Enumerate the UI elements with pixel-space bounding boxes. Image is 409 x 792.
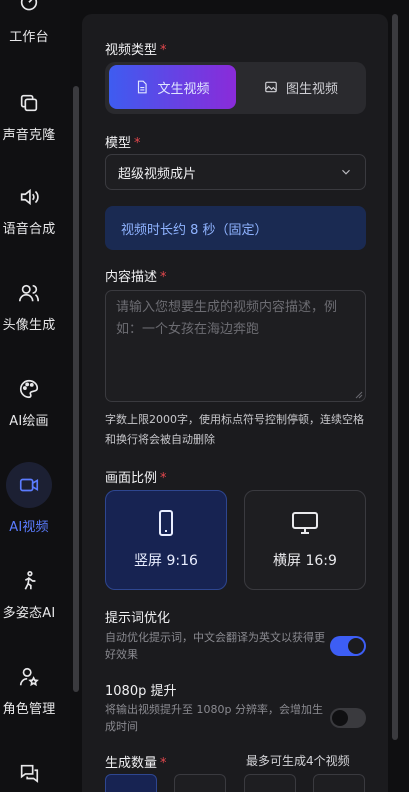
hd-1080p-description: 将输出视频提升至 1080p 分辨率，会增加生成时间 [105, 703, 323, 733]
image-to-video-label: 图生视频 [285, 81, 338, 97]
required-mark: * [160, 270, 167, 285]
sidebar-item-ai-paint[interactable]: AI绘画 [0, 378, 58, 429]
chat-icon [20, 764, 39, 783]
sidebar-item-chat[interactable] [0, 762, 58, 784]
count-option[interactable] [105, 774, 157, 792]
prompt-optimize-description: 自动优化提示词，中文会翻译为英文以获得更好效果 [105, 631, 325, 661]
required-mark: * [160, 43, 167, 58]
sidebar-item-label: AI视频 [9, 520, 49, 535]
phone-icon [159, 510, 173, 536]
sidebar-item-label: 头像生成 [2, 318, 56, 333]
sidebar-item-tts[interactable]: 语音合成 [0, 186, 58, 237]
sidebar-scrollbar[interactable] [73, 86, 79, 692]
description-label: 内容描述 * [105, 270, 167, 285]
prompt-optimize-toggle[interactable] [330, 636, 366, 656]
sidebar-item-avatar[interactable]: 头像生成 [0, 282, 58, 333]
document-icon [138, 80, 148, 94]
ratio-landscape-label: 横屏 16:9 [273, 553, 337, 569]
video-type-selector: 文生视频 图生视频 [105, 62, 366, 114]
sidebar-item-workbench[interactable]: 工作台 [0, 0, 58, 45]
pose-icon [24, 571, 36, 590]
prompt-optimize-title: 提示词优化 [105, 611, 171, 626]
sidebar-item-role-manage[interactable]: 角色管理 [0, 666, 58, 717]
count-max-note: 最多可生成4个视频 [246, 754, 350, 768]
active-indicator [6, 462, 52, 508]
settings-panel [82, 14, 388, 792]
ratio-portrait-label: 竖屏 9:16 [134, 553, 198, 569]
monitor-icon [292, 512, 318, 534]
ratio-portrait-option[interactable]: 竖屏 9:16 [105, 490, 227, 590]
users-icon [19, 284, 39, 302]
sidebar-item-voice-clone[interactable]: 声音克隆 [0, 92, 58, 143]
sidebar-item-pose-ai[interactable]: 多姿态AI [0, 570, 58, 621]
speaker-icon [20, 188, 39, 206]
duration-text: 视频时长约 8 秒（固定） [121, 222, 268, 238]
user-star-icon [19, 667, 39, 687]
model-value: 超级视频成片 [118, 166, 197, 182]
count-option[interactable] [244, 774, 296, 792]
required-mark: * [134, 136, 141, 151]
panel-scrollbar[interactable] [392, 14, 398, 740]
sidebar-item-label: 声音克隆 [2, 128, 56, 143]
description-hint: 字数上限2000字，使用标点符号控制停顿，连续空格和换行将会被自动删除 [105, 413, 364, 446]
workbench-icon [20, 0, 38, 11]
sidebar: 工作台 声音克隆 语音合成 头像生成 AI绘画 AI视频 多姿态AI 角色管理 [0, 0, 70, 792]
count-label: 生成数量 * [105, 756, 167, 771]
video-type-label: 视频类型 * [105, 43, 167, 58]
model-select[interactable]: 超级视频成片 [105, 154, 366, 190]
text-to-video-tab[interactable]: 文生视频 [109, 65, 236, 109]
copy-icon [20, 94, 38, 112]
image-to-video-tab[interactable]: 图生视频 [240, 65, 362, 109]
description-textarea[interactable]: 请输入您想要生成的视频内容描述，例如：一个女孩在海边奔跑 [105, 290, 366, 402]
palette-icon [20, 379, 39, 399]
sidebar-item-label: AI绘画 [9, 414, 49, 429]
sidebar-item-label: 多姿态AI [2, 606, 56, 621]
count-option[interactable] [313, 774, 365, 792]
sidebar-item-label: 语音合成 [2, 222, 56, 237]
required-mark: * [160, 756, 167, 771]
video-icon [19, 478, 39, 492]
ratio-landscape-option[interactable]: 横屏 16:9 [244, 490, 366, 590]
resize-handle-icon[interactable] [355, 391, 363, 399]
sidebar-item-label: 角色管理 [2, 702, 56, 717]
description-placeholder: 请输入您想要生成的视频内容描述，例如：一个女孩在海边奔跑 [116, 300, 338, 337]
duration-notice: 视频时长约 8 秒（固定） [105, 206, 366, 250]
toggle-knob [348, 638, 364, 654]
toggle-knob [332, 710, 348, 726]
model-label: 模型 * [105, 136, 141, 151]
count-option[interactable] [174, 774, 226, 792]
image-icon [265, 81, 277, 93]
chevron-down-icon [342, 169, 350, 175]
hd-1080p-toggle[interactable] [330, 708, 366, 728]
hd-1080p-title: 1080p 提升 [105, 684, 177, 699]
required-mark: * [160, 471, 167, 486]
aspect-ratio-label: 画面比例 * [105, 471, 167, 486]
sidebar-item-label: 工作台 [9, 30, 49, 45]
text-to-video-label: 文生视频 [157, 81, 210, 97]
sidebar-item-ai-video[interactable]: AI视频 [5, 462, 53, 535]
